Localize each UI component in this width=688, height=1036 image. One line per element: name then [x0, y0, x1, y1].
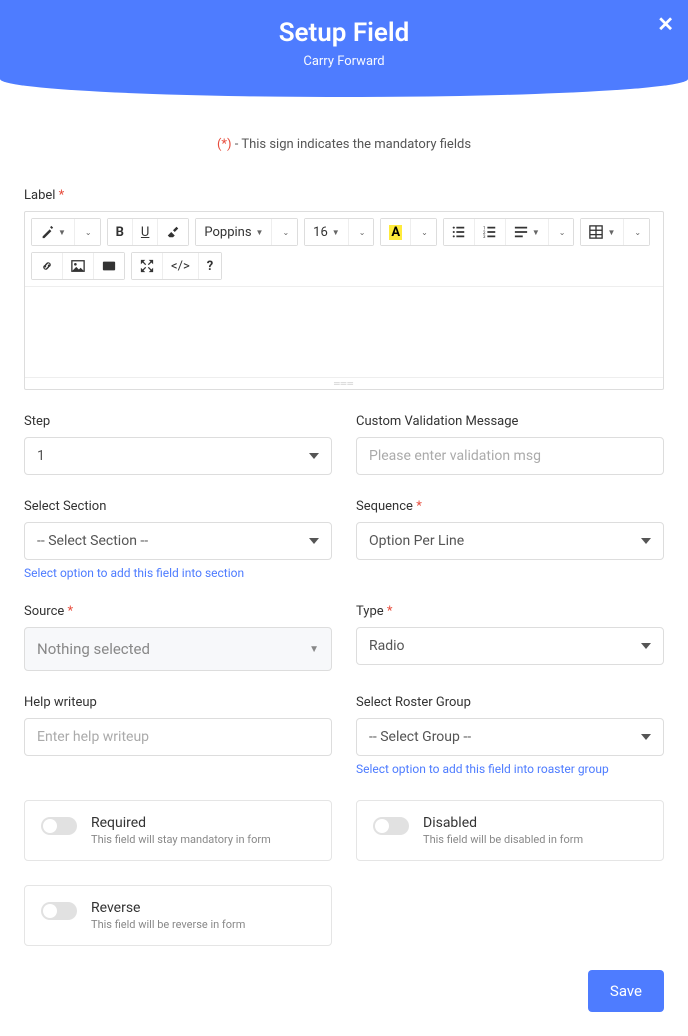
step-select[interactable]: 1 — [24, 437, 332, 475]
table-icon[interactable]: ▼ — [581, 219, 624, 245]
required-toggle-card: Required This field will stay mandatory … — [24, 800, 332, 861]
font-size-select[interactable]: 16▼ — [305, 219, 349, 245]
code-view-icon[interactable]: </> — [163, 253, 199, 279]
type-label: Type * — [356, 604, 664, 619]
image-icon[interactable] — [63, 253, 94, 279]
resize-grip-icon[interactable]: ═══ — [25, 377, 663, 389]
sequence-select[interactable]: Option Per Line — [356, 522, 664, 560]
paragraph-icon[interactable]: ▼ — [506, 219, 549, 245]
section-label: Select Section — [24, 499, 332, 514]
section-select[interactable]: -- Select Section -- — [24, 522, 332, 560]
font-size-dropdown[interactable]: ⌄ — [349, 219, 374, 245]
font-family-select[interactable]: Poppins▼ — [196, 219, 272, 245]
roster-label: Select Roster Group — [356, 695, 664, 710]
source-label: Source * — [24, 604, 332, 619]
sequence-label: Sequence * — [356, 499, 664, 514]
required-toggle[interactable] — [41, 817, 77, 835]
required-desc: This field will stay mandatory in form — [91, 833, 271, 846]
chevron-down-icon: ▼ — [309, 644, 319, 655]
font-color-dropdown[interactable]: ⌄ — [411, 219, 436, 245]
modal-subtitle: Carry Forward — [0, 54, 688, 69]
section-hint: Select option to add this field into sec… — [24, 566, 332, 580]
fullscreen-icon[interactable] — [132, 253, 163, 279]
modal-title: Setup Field — [0, 18, 688, 48]
disabled-toggle-card: Disabled This field will be disabled in … — [356, 800, 664, 861]
step-label: Step — [24, 414, 332, 429]
roster-hint: Select option to add this field into roa… — [356, 762, 664, 776]
validation-input[interactable] — [356, 437, 664, 475]
modal-header: Setup Field Carry Forward ✕ — [0, 0, 688, 97]
link-icon[interactable] — [32, 253, 63, 279]
disabled-title: Disabled — [423, 815, 583, 831]
close-icon[interactable]: ✕ — [657, 12, 674, 36]
rich-text-editor: ▼ ⌄ B U Poppins▼ ⌄ 16▼ ⌄ A ⌄ 123 — [24, 211, 664, 390]
paragraph-dropdown[interactable]: ⌄ — [549, 219, 574, 245]
mandatory-note: (*) - This sign indicates the mandatory … — [24, 137, 664, 152]
save-button[interactable]: Save — [588, 970, 664, 1012]
roster-select[interactable]: -- Select Group -- — [356, 718, 664, 756]
help-label: Help writeup — [24, 695, 332, 710]
list-ol-icon[interactable]: 123 — [475, 219, 506, 245]
help-input[interactable] — [24, 718, 332, 756]
style-dropdown[interactable]: ⌄ — [75, 219, 100, 245]
underline-icon[interactable]: U — [133, 219, 158, 245]
label-field-label: Label * — [24, 188, 664, 203]
source-select[interactable]: Nothing selected ▼ — [24, 627, 332, 671]
svg-text:3: 3 — [483, 235, 486, 239]
magic-icon[interactable]: ▼ — [32, 219, 75, 245]
editor-textarea[interactable] — [25, 287, 663, 377]
bold-icon[interactable]: B — [108, 219, 133, 245]
mandatory-symbol: (*) — [217, 137, 232, 152]
required-title: Required — [91, 815, 271, 831]
list-ul-icon[interactable] — [444, 219, 475, 245]
validation-label: Custom Validation Message — [356, 414, 664, 429]
source-value: Nothing selected — [37, 640, 150, 658]
type-select[interactable]: Radio — [356, 627, 664, 665]
eraser-icon[interactable] — [158, 219, 188, 245]
mandatory-text: - This sign indicates the mandatory fiel… — [232, 137, 471, 152]
video-icon[interactable] — [94, 253, 124, 279]
reverse-desc: This field will be reverse in form — [91, 918, 245, 931]
disabled-desc: This field will be disabled in form — [423, 833, 583, 846]
reverse-toggle-card: Reverse This field will be reverse in fo… — [24, 885, 332, 946]
font-family-dropdown[interactable]: ⌄ — [272, 219, 297, 245]
font-color-icon[interactable]: A — [381, 219, 411, 245]
reverse-toggle[interactable] — [41, 902, 77, 920]
help-icon[interactable]: ? — [199, 253, 221, 279]
disabled-toggle[interactable] — [373, 817, 409, 835]
table-dropdown[interactable]: ⌄ — [624, 219, 649, 245]
reverse-title: Reverse — [91, 900, 245, 916]
editor-toolbar: ▼ ⌄ B U Poppins▼ ⌄ 16▼ ⌄ A ⌄ 123 — [25, 212, 663, 287]
